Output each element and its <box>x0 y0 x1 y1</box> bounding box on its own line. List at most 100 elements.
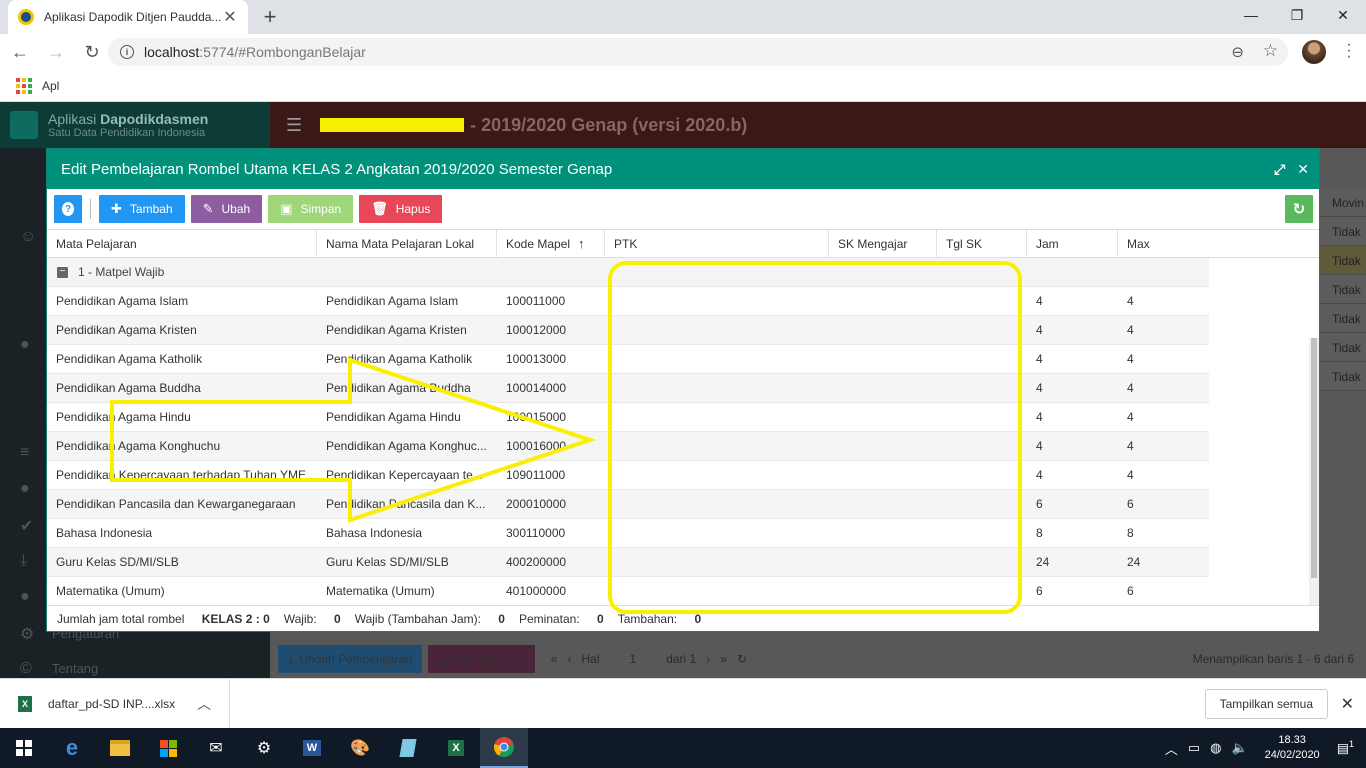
cell-tgl-sk[interactable] <box>937 432 1027 460</box>
show-all-button[interactable]: Tampilkan semua <box>1204 689 1328 719</box>
network-icon[interactable]: ◍ <box>1210 740 1221 756</box>
cell-jam[interactable]: 6 <box>1027 490 1118 518</box>
scrollbar-thumb[interactable] <box>1311 338 1317 578</box>
cell-ptk[interactable] <box>605 345 829 373</box>
cell-mata-pelajaran[interactable]: Pendidikan Agama Hindu <box>47 403 317 431</box>
table-row[interactable]: Pendidikan Pancasila dan Kewarganegaraan… <box>47 490 1209 519</box>
table-row[interactable]: Pendidikan Agama Buddha Pendidikan Agama … <box>47 374 1209 403</box>
cell-jam[interactable]: 4 <box>1027 287 1118 315</box>
menu-aksi-button[interactable]: ▤ Menu Aksi ▾ <box>428 645 535 673</box>
cell-jam[interactable]: 4 <box>1027 374 1118 402</box>
minimize-icon[interactable]: — <box>1228 0 1274 30</box>
cell-ptk[interactable] <box>605 374 829 402</box>
cell-ptk[interactable] <box>605 490 829 518</box>
collapse-icon[interactable]: − <box>57 266 68 278</box>
cell-max[interactable]: 4 <box>1118 461 1209 489</box>
cell-mata-pelajaran[interactable]: Pendidikan Agama Kristen <box>47 316 317 344</box>
close-window-icon[interactable]: ✕ <box>1320 0 1366 30</box>
cell-ptk[interactable] <box>605 316 829 344</box>
cell-sk-mengajar[interactable] <box>829 490 937 518</box>
cell-tgl-sk[interactable] <box>937 374 1027 402</box>
chevron-up-icon[interactable]: ︿ <box>197 694 211 714</box>
zoom-icon[interactable]: ⊖ <box>1231 43 1244 61</box>
cell-nama-lokal[interactable]: Bahasa Indonesia <box>317 519 497 547</box>
cell-sk-mengajar[interactable] <box>829 403 937 431</box>
cell-mata-pelajaran[interactable]: Pendidikan Agama Katholik <box>47 345 317 373</box>
col-kode-mapel[interactable]: Kode Mapel ↑ <box>497 230 605 257</box>
col-max[interactable]: Max <box>1118 230 1209 257</box>
table-row[interactable]: Pendidikan Agama Hindu Pendidikan Agama H… <box>47 403 1209 432</box>
notification-icon[interactable]: ▤1 <box>1337 739 1354 756</box>
cell-max[interactable]: 6 <box>1118 490 1209 518</box>
cell-mata-pelajaran[interactable]: Matematika (Umum) <box>47 577 317 605</box>
cell-max[interactable]: 4 <box>1118 287 1209 315</box>
site-info-icon[interactable]: i <box>120 45 134 59</box>
new-tab-button[interactable]: + <box>258 4 282 30</box>
cell-tgl-sk[interactable] <box>937 287 1027 315</box>
cell-max[interactable]: 6 <box>1118 577 1209 605</box>
cell-nama-lokal[interactable]: Pendidikan Agama Katholik <box>317 345 497 373</box>
tray-chevron-icon[interactable]: ︿ <box>1165 739 1178 758</box>
col-ptk[interactable]: PTK <box>605 230 829 257</box>
close-tab-icon[interactable]: ✕ <box>222 7 238 27</box>
settings-icon[interactable]: ⚙ <box>240 728 288 768</box>
prev-page-icon[interactable]: ‹ <box>567 652 571 666</box>
cell-mata-pelajaran[interactable]: Guru Kelas SD/MI/SLB <box>47 548 317 576</box>
download-item[interactable]: X daftar_pd-SD INP....xlsx ︿ <box>0 678 230 729</box>
browser-menu-icon[interactable]: · · · <box>1344 37 1354 65</box>
maximize-modal-icon[interactable]: ⤢ <box>1274 161 1285 178</box>
cell-tgl-sk[interactable] <box>937 403 1027 431</box>
cell-nama-lokal[interactable]: Pendidikan Agama Konghuc... <box>317 432 497 460</box>
tambah-button[interactable]: ✚ Tambah <box>99 195 185 223</box>
refresh-grid-icon[interactable]: ↻ <box>737 652 747 666</box>
table-row[interactable]: Pendidikan Agama Kristen Pendidikan Agama… <box>47 316 1209 345</box>
cell-tgl-sk[interactable] <box>937 461 1027 489</box>
cell-mata-pelajaran[interactable]: Pendidikan Agama Buddha <box>47 374 317 402</box>
cell-sk-mengajar[interactable] <box>829 316 937 344</box>
cell-nama-lokal[interactable]: Pendidikan Pancasila dan K... <box>317 490 497 518</box>
system-clock[interactable]: 18.33 24/02/2020 <box>1265 733 1320 763</box>
browser-tab[interactable]: Aplikasi Dapodik Ditjen Paudda... ✕ <box>8 0 248 34</box>
back-icon[interactable]: ← <box>4 36 36 68</box>
cell-max[interactable]: 24 <box>1118 548 1209 576</box>
close-modal-icon[interactable]: ✕ <box>1297 161 1309 178</box>
cell-kode-mapel[interactable]: 200010000 <box>497 490 605 518</box>
cell-sk-mengajar[interactable] <box>829 345 937 373</box>
cell-tgl-sk[interactable] <box>937 490 1027 518</box>
cell-sk-mengajar[interactable] <box>829 548 937 576</box>
cell-jam[interactable]: 4 <box>1027 461 1118 489</box>
paint-icon[interactable]: 🎨 <box>336 728 384 768</box>
cell-jam[interactable]: 8 <box>1027 519 1118 547</box>
cell-mata-pelajaran[interactable]: Pendidikan Agama Islam <box>47 287 317 315</box>
cell-nama-lokal[interactable]: Pendidikan Agama Islam <box>317 287 497 315</box>
cell-kode-mapel[interactable]: 100014000 <box>497 374 605 402</box>
cell-ptk[interactable] <box>605 403 829 431</box>
cell-sk-mengajar[interactable] <box>829 432 937 460</box>
table-row[interactable]: Pendidikan Agama Katholik Pendidikan Agam… <box>47 345 1209 374</box>
hapus-button[interactable]: 🗑 Hapus <box>359 195 443 223</box>
cell-sk-mengajar[interactable] <box>829 461 937 489</box>
table-row[interactable]: Pendidikan Agama Konghuchu Pendidikan Aga… <box>47 432 1209 461</box>
reload-icon[interactable]: ↻ <box>76 36 108 68</box>
edge-icon[interactable]: e <box>48 728 96 768</box>
col-jam[interactable]: Jam <box>1027 230 1118 257</box>
cell-mata-pelajaran[interactable]: Pendidikan Agama Konghuchu <box>47 432 317 460</box>
cell-nama-lokal[interactable]: Guru Kelas SD/MI/SLB <box>317 548 497 576</box>
help-button[interactable]: ? <box>54 195 82 223</box>
cell-nama-lokal[interactable]: Pendidikan Kepercayaan te... <box>317 461 497 489</box>
cell-max[interactable]: 4 <box>1118 345 1209 373</box>
cell-mata-pelajaran[interactable]: Pendidikan Kepercayaan terhadap Tuhan YM… <box>47 461 317 489</box>
cell-kode-mapel[interactable]: 109011000 <box>497 461 605 489</box>
cell-sk-mengajar[interactable] <box>829 577 937 605</box>
cell-kode-mapel[interactable]: 100015000 <box>497 403 605 431</box>
cell-kode-mapel[interactable]: 400200000 <box>497 548 605 576</box>
cell-jam[interactable]: 4 <box>1027 316 1118 344</box>
bookmark-apps[interactable]: Apl <box>42 79 59 93</box>
table-row[interactable]: Pendidikan Agama Islam Pendidikan Agama I… <box>47 287 1209 316</box>
next-page-icon[interactable]: › <box>706 652 710 666</box>
forward-icon[interactable]: → <box>40 36 72 68</box>
grid-scrollbar[interactable] <box>1309 338 1319 607</box>
cell-kode-mapel[interactable]: 100012000 <box>497 316 605 344</box>
cell-ptk[interactable] <box>605 461 829 489</box>
cell-nama-lokal[interactable]: Matematika (Umum) <box>317 577 497 605</box>
